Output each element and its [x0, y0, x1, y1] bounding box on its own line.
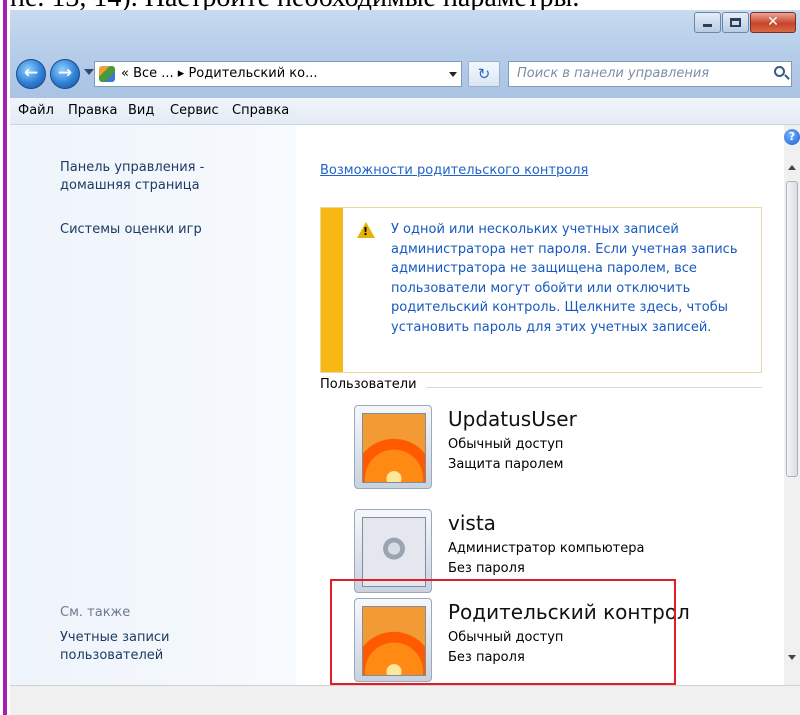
parental-controls-features-link[interactable]: Возможности родительского контроля — [320, 163, 588, 178]
control-panel-home-link[interactable]: Панель управления - домашняя страница — [60, 159, 240, 195]
flower-avatar-icon — [362, 413, 426, 483]
task-pane: Панель управления - домашняя страница Си… — [10, 125, 296, 685]
document-margin-bar — [3, 0, 7, 715]
menu-file[interactable]: Файл — [18, 103, 54, 118]
maximize-icon — [730, 18, 741, 27]
menu-tools[interactable]: Сервис — [170, 103, 219, 118]
menu-help[interactable]: Справка — [232, 103, 289, 118]
navigation-bar: ← → « Все ... ▸ Родительский ко... ↻ Пои… — [10, 55, 800, 95]
selected-user-highlight — [330, 579, 676, 685]
search-placeholder: Поиск в панели управления — [517, 66, 710, 81]
address-dropdown-icon[interactable] — [449, 72, 457, 77]
status-bar — [10, 685, 800, 715]
users-group-divider — [426, 387, 762, 388]
history-dropdown-icon[interactable] — [84, 69, 94, 75]
vertical-scrollbar[interactable] — [784, 125, 800, 685]
menu-edit[interactable]: Правка — [68, 103, 117, 118]
close-icon: ✕ — [767, 14, 779, 30]
game-ratings-link[interactable]: Системы оценки игр — [60, 221, 202, 239]
warning-exclamation-icon: ! — [363, 225, 369, 238]
minimize-button[interactable] — [694, 12, 721, 33]
maximize-button[interactable] — [722, 12, 749, 33]
control-panel-icon — [99, 66, 115, 82]
warning-stripe — [321, 208, 343, 372]
search-icon[interactable] — [774, 66, 785, 77]
user-name[interactable]: vista — [448, 511, 496, 535]
scroll-down-icon[interactable] — [788, 655, 796, 660]
scroll-up-icon[interactable] — [788, 165, 796, 170]
user-password-status: Защита паролем — [448, 457, 564, 472]
user-updatususer[interactable]: UpdatusUser Обычный доступ Защита пароле… — [348, 405, 668, 501]
warning-text[interactable]: У одной или нескольких учетных записей а… — [391, 220, 753, 337]
help-icon[interactable]: ? — [784, 129, 800, 145]
window-chrome: ✕ ← → « Все ... ▸ Родительский ко... ↻ П… — [10, 10, 800, 99]
menu-view[interactable]: Вид — [128, 103, 154, 118]
address-bar[interactable]: « Все ... ▸ Родительский ко... — [94, 61, 462, 87]
scroll-thumb[interactable] — [786, 181, 798, 477]
warning-banner[interactable]: ! У одной или нескольких учетных записей… — [320, 207, 762, 373]
user-password-status: Без пароля — [448, 561, 525, 576]
admin-avatar-icon — [362, 517, 426, 587]
minimize-icon — [703, 24, 712, 27]
caption-buttons: ✕ — [693, 12, 796, 34]
user-accounts-link[interactable]: Учетные записи пользователей — [60, 629, 200, 665]
see-also-label: См. также — [60, 605, 131, 620]
search-box[interactable]: Поиск в панели управления — [508, 61, 792, 87]
close-button[interactable]: ✕ — [750, 12, 796, 33]
user-avatar-frame — [354, 405, 432, 489]
user-account-type: Администратор компьютера — [448, 541, 645, 556]
refresh-button[interactable]: ↻ — [468, 61, 500, 87]
back-button[interactable]: ← — [16, 59, 46, 89]
users-group-label: Пользователи — [320, 377, 417, 392]
menu-bar: Файл Правка Вид Сервис Справка — [10, 98, 800, 125]
forward-button[interactable]: → — [50, 59, 80, 89]
user-name[interactable]: UpdatusUser — [448, 407, 577, 431]
address-path: « Все ... ▸ Родительский ко... — [121, 66, 318, 81]
user-account-type: Обычный доступ — [448, 437, 564, 452]
